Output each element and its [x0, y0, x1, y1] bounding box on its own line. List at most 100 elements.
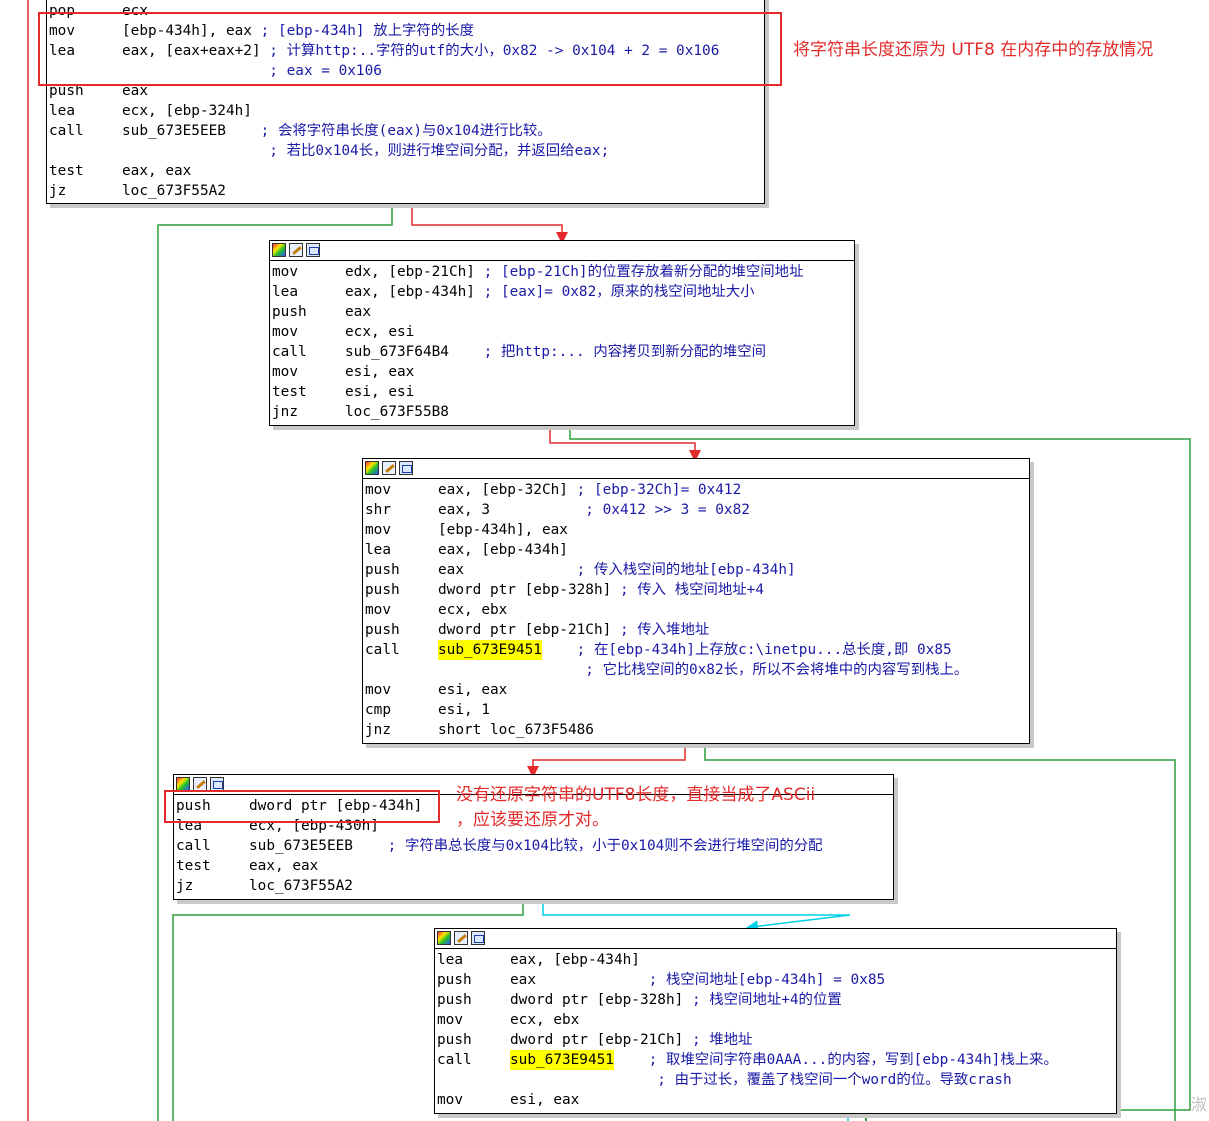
- asm-mnemonic: test: [176, 858, 211, 874]
- color-palette-icon[interactable]: [365, 461, 379, 475]
- asm-line[interactable]: ; 若比0x104长，则进行堆空间分配，并返回给eax;: [49, 141, 762, 161]
- code-block-2[interactable]: mov edx, [ebp-21Ch] ; [ebp-21Ch]的位置存放着新分配…: [269, 240, 855, 426]
- asm-line[interactable]: jnz loc_673F55B8: [272, 402, 852, 422]
- color-palette-icon[interactable]: [272, 243, 286, 257]
- asm-mnemonic: call: [437, 1052, 472, 1068]
- asm-operands: eax: [510, 972, 536, 988]
- edge-b1-b2: [411, 205, 568, 244]
- asm-line[interactable]: call sub_673E5EEB ; 会将字符串长度(eax)与0x104进行比…: [49, 121, 762, 141]
- graph-view-icon[interactable]: [399, 461, 413, 475]
- asm-mnemonic: push: [272, 304, 307, 320]
- edit-icon[interactable]: [193, 777, 207, 791]
- edit-icon[interactable]: [382, 461, 396, 475]
- asm-mnemonic: push: [437, 992, 472, 1008]
- asm-mnemonic: test: [49, 163, 84, 179]
- block-5-header: [435, 929, 1116, 949]
- asm-line[interactable]: jnz short loc_673F5486: [365, 720, 1027, 740]
- asm-line[interactable]: lea eax, [ebp-434h] ; [eax]= 0x82，原来的栈空间地…: [272, 282, 852, 302]
- asm-line[interactable]: test eax, eax: [49, 161, 762, 181]
- asm-operands: sub_673E5EEB: [122, 123, 226, 139]
- asm-line[interactable]: call sub_673E9451 ; 取堆空间字符串0AAA...的内容，写到[…: [437, 1050, 1114, 1070]
- asm-line[interactable]: mov edx, [ebp-21Ch] ; [ebp-21Ch]的位置存放着新分配…: [272, 262, 852, 282]
- asm-line[interactable]: push eax: [272, 302, 852, 322]
- asm-line[interactable]: mov ecx, ebx: [437, 1010, 1114, 1030]
- annotation-note-restore-utf8: 将字符串长度还原为 UTF8 在内存中的存放情况: [793, 40, 1154, 60]
- asm-line[interactable]: cmp esi, 1: [365, 700, 1027, 720]
- asm-line[interactable]: call sub_673E5EEB ; 字符串总长度与0x104比较，小于0x10…: [176, 836, 891, 856]
- asm-mnemonic: lea: [365, 542, 391, 558]
- asm-line[interactable]: ; 它比栈空间的0x82长，所以不会将堆中的内容写到栈上。: [365, 660, 1027, 680]
- asm-line[interactable]: test eax, eax: [176, 856, 891, 876]
- annotation-note-ascii-line2: ，应该要还原才对。: [456, 810, 609, 830]
- graph-view-icon[interactable]: [306, 243, 320, 257]
- asm-mnemonic: mov: [272, 364, 298, 380]
- color-palette-icon[interactable]: [176, 777, 190, 791]
- edit-icon[interactable]: [454, 931, 468, 945]
- edit-icon[interactable]: [289, 243, 303, 257]
- asm-mnemonic: shr: [365, 502, 391, 518]
- graph-view-icon[interactable]: [471, 931, 485, 945]
- asm-line[interactable]: push dword ptr [ebp-328h] ; 传入 栈空间地址+4: [365, 580, 1027, 600]
- asm-operands: short loc_673F5486: [438, 722, 594, 738]
- asm-operands: eax, [ebp-434h]: [510, 952, 640, 968]
- asm-line[interactable]: mov [ebp-434h], eax: [365, 520, 1027, 540]
- asm-comment: ; 由于过长，覆盖了栈空间一个word的位。导致crash: [510, 1072, 1012, 1088]
- asm-operands: ecx, [ebp-324h]: [122, 103, 252, 119]
- color-palette-icon[interactable]: [437, 931, 451, 945]
- asm-line[interactable]: push eax ; 传入栈空间的地址[ebp-434h]: [365, 560, 1027, 580]
- asm-line[interactable]: mov ecx, ebx: [365, 600, 1027, 620]
- asm-comment: ; [ebp-21Ch]的位置存放着新分配的堆空间地址: [474, 264, 804, 280]
- asm-line[interactable]: mov esi, eax: [437, 1090, 1114, 1110]
- asm-mnemonic: mov: [272, 324, 298, 340]
- asm-comment: ; 若比0x104长，则进行堆空间分配，并返回给eax;: [122, 143, 610, 159]
- asm-line[interactable]: push eax ; 栈空间地址[ebp-434h] = 0x85: [437, 970, 1114, 990]
- asm-mnemonic: jnz: [272, 404, 298, 420]
- asm-line[interactable]: test esi, esi: [272, 382, 852, 402]
- asm-line[interactable]: mov esi, eax: [272, 362, 852, 382]
- asm-mnemonic: lea: [49, 103, 75, 119]
- code-block-5[interactable]: lea eax, [ebp-434h] push eax ; 栈空间地址[ebp-43…: [434, 928, 1117, 1114]
- asm-line[interactable]: mov esi, eax: [365, 680, 1027, 700]
- asm-operands: esi, eax: [345, 364, 415, 380]
- watermark: 淑: [1190, 1095, 1207, 1114]
- asm-line[interactable]: push dword ptr [ebp-21Ch] ; 传入堆地址: [365, 620, 1027, 640]
- asm-line[interactable]: mov eax, [ebp-32Ch] ; [ebp-32Ch]= 0x412: [365, 480, 1027, 500]
- asm-line[interactable]: jz loc_673F55A2: [49, 181, 762, 201]
- asm-operands: ecx, ebx: [510, 1012, 580, 1028]
- asm-mnemonic: jz: [49, 183, 67, 199]
- asm-operands: eax: [438, 562, 464, 578]
- asm-operands: loc_673F55A2: [122, 183, 226, 199]
- asm-line[interactable]: call sub_673F64B4 ; 把http:... 内容拷贝到新分配的堆空…: [272, 342, 852, 362]
- asm-mnemonic: jz: [176, 878, 194, 894]
- asm-operands: dword ptr [ebp-21Ch]: [510, 1032, 684, 1048]
- asm-comment: ; 0x412 >> 3 = 0x82: [489, 502, 750, 518]
- asm-comment: ; 传入堆地址: [611, 622, 710, 638]
- asm-mnemonic: mov: [437, 1012, 463, 1028]
- asm-operands: dword ptr [ebp-328h]: [438, 582, 612, 598]
- block-5-lines: lea eax, [ebp-434h] push eax ; 栈空间地址[ebp-43…: [435, 949, 1116, 1110]
- asm-mnemonic: call: [49, 123, 84, 139]
- asm-comment: ; [eax]= 0x82，原来的栈空间地址大小: [474, 284, 755, 300]
- asm-line[interactable]: push dword ptr [ebp-328h] ; 栈空间地址+4的位置: [437, 990, 1114, 1010]
- graph-view-icon[interactable]: [210, 777, 224, 791]
- asm-comment: ; 传入 栈空间地址+4: [611, 582, 764, 598]
- code-block-3[interactable]: mov eax, [ebp-32Ch] ; [ebp-32Ch]= 0x412 sh…: [362, 458, 1030, 744]
- asm-line[interactable]: jz loc_673F55A2: [176, 876, 891, 896]
- block-3-header: [363, 459, 1029, 479]
- asm-operands: loc_673F55A2: [249, 878, 353, 894]
- asm-line[interactable]: lea eax, [ebp-434h]: [437, 950, 1114, 970]
- asm-line[interactable]: push dword ptr [ebp-21Ch] ; 堆地址: [437, 1030, 1114, 1050]
- asm-comment: ; 它比栈空间的0x82长，所以不会将堆中的内容写到栈上。: [438, 662, 969, 678]
- asm-line[interactable]: call sub_673E9451 ; 在[ebp-434h]上存放c:\inet…: [365, 640, 1027, 660]
- asm-mnemonic: jnz: [365, 722, 391, 738]
- asm-line[interactable]: lea eax, [ebp-434h]: [365, 540, 1027, 560]
- asm-comment: ; 栈空间地址+4的位置: [683, 992, 842, 1008]
- asm-mnemonic: push: [365, 622, 400, 638]
- asm-operands: [ebp-434h], eax: [438, 522, 568, 538]
- asm-operands: eax: [345, 304, 371, 320]
- asm-line[interactable]: lea ecx, [ebp-324h]: [49, 101, 762, 121]
- asm-line[interactable]: shr eax, 3 ; 0x412 >> 3 = 0x82: [365, 500, 1027, 520]
- asm-line[interactable]: mov ecx, esi: [272, 322, 852, 342]
- asm-line[interactable]: ; 由于过长，覆盖了栈空间一个word的位。导致crash: [437, 1070, 1114, 1090]
- asm-operands: ecx, ebx: [438, 602, 508, 618]
